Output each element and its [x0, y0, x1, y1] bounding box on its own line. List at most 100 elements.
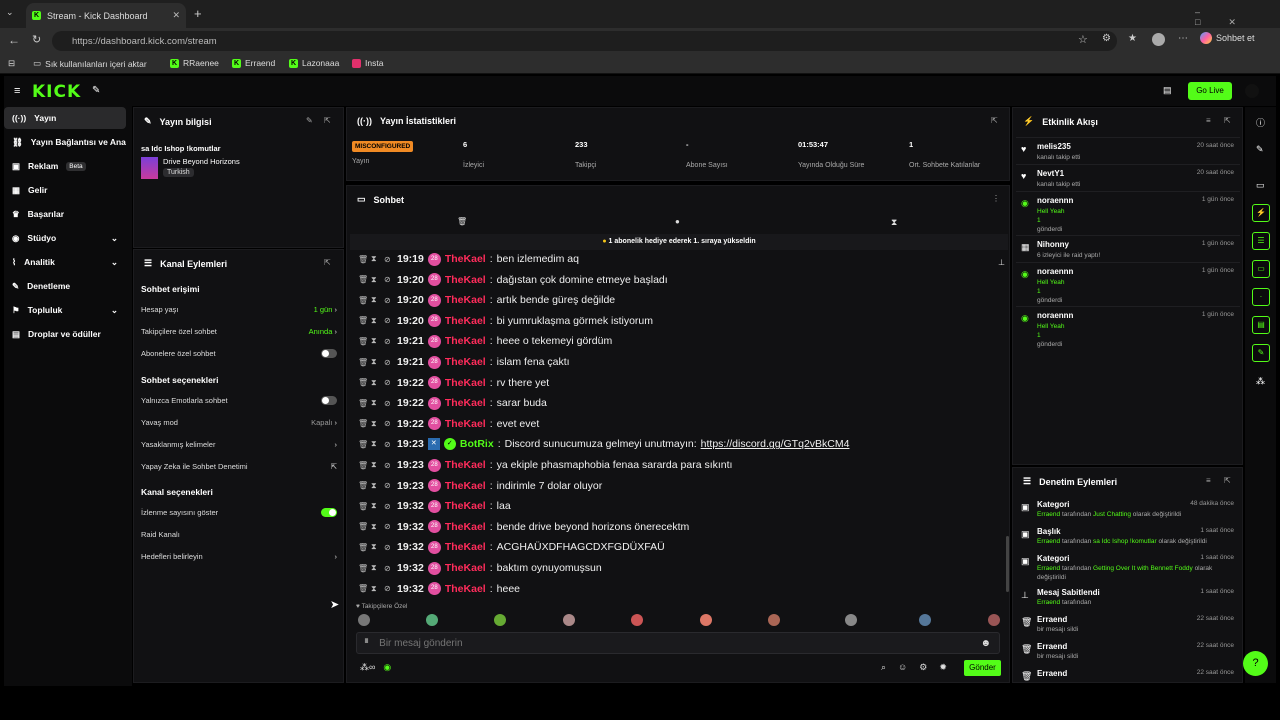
chat-message[interactable]: 🗑 ⧗ ⊘ 19:22 28 TheKael: sarar buda — [358, 394, 547, 412]
avatar[interactable] — [919, 614, 931, 626]
ban-icon[interactable]: ⊘ — [384, 358, 393, 367]
popout-icon[interactable]: ⇱ — [991, 116, 998, 125]
chat-username[interactable]: BotRix — [460, 438, 494, 450]
sidebar-item-achievements[interactable]: ♛ Başarılar — [4, 203, 126, 225]
chat-message[interactable]: 🗑 ⧗ ⊘ 19:19 28 TheKael: ben izlemedim aq — [358, 250, 579, 268]
send-button[interactable]: Gönder — [964, 660, 1001, 676]
chat-message[interactable]: 🗑 ⧗ ⊘ 19:32 28 TheKael: bende drive beyond hor… — [358, 518, 689, 536]
avatar[interactable] — [845, 614, 857, 626]
chat-message[interactable]: 🗑 ⧗ ⊘ 19:21 28 TheKael: islam fena çaktı — [358, 353, 570, 371]
ban-icon[interactable]: ⊘ — [384, 399, 393, 408]
event-user[interactable]: melis235 — [1037, 142, 1071, 151]
ban-icon[interactable]: ⊘ — [384, 378, 393, 387]
event-user[interactable]: NevtY1 — [1037, 169, 1064, 178]
layout-icon[interactable]: ▭ — [1256, 180, 1265, 191]
followers-only-row[interactable]: Takipçilere özel sohbet Anında › — [141, 327, 337, 336]
ban-icon[interactable]: ⊘ — [384, 461, 393, 470]
browser-tab[interactable]: K Stream - Kick Dashboard ✕ — [26, 3, 186, 28]
share-icon[interactable]: ⁂ — [1256, 376, 1265, 387]
timeout-icon[interactable]: ⧗ — [371, 295, 380, 305]
event-user[interactable]: Nihonny — [1037, 240, 1069, 249]
avatar[interactable] — [563, 614, 575, 626]
favorites-icon[interactable]: ★ — [1128, 33, 1137, 44]
sidebar-item-drops[interactable]: ▤ Droplar ve ödüller — [4, 323, 126, 345]
avatar[interactable] — [358, 614, 370, 626]
timeout-icon[interactable]: ⧗ — [371, 439, 380, 449]
timeout-icon[interactable]: ⧗ — [371, 584, 380, 594]
chat-username[interactable]: TheKael — [445, 397, 486, 409]
chat-message[interactable]: 🗑 ⧗ ⊘ 19:20 28 TheKael: artık bende güreş deği… — [358, 291, 615, 309]
edit-icon[interactable]: ✎ — [306, 116, 313, 125]
delete-message-icon[interactable]: 🗑 — [358, 419, 368, 428]
settings-icon[interactable]: ⚙ — [919, 662, 927, 673]
slow-mode-row[interactable]: Yavaş mod Kapalı › — [141, 418, 337, 427]
chat-message[interactable]: 🗑 ⧗ ⊘ 19:22 28 TheKael: rv there yet — [358, 374, 549, 392]
scrollbar[interactable] — [1006, 536, 1009, 592]
timeout-icon[interactable]: ⧗ — [371, 275, 380, 285]
avatar[interactable] — [768, 614, 780, 626]
delete-message-icon[interactable]: 🗑 — [358, 502, 368, 511]
delete-message-icon[interactable]: 🗑 — [358, 399, 368, 408]
avatar[interactable] — [988, 614, 1000, 626]
chat-message[interactable]: 🗑 ⧗ ⊘ 19:23 ✕ ✓ BotRix: Discord sunucumuza gelm… — [358, 435, 849, 453]
chat-input[interactable]: ▘ ☻ — [356, 632, 1000, 654]
ban-icon[interactable]: ⊘ — [384, 275, 393, 284]
sidebar-item-moderation[interactable]: ✎ Denetleme — [4, 275, 126, 297]
avatar[interactable] — [631, 614, 643, 626]
timeout-icon[interactable]: ⧗ — [371, 378, 380, 388]
bookmark-lazonaaa[interactable]: K Lazonaaa — [289, 58, 339, 68]
ban-icon[interactable]: ⊘ — [384, 316, 393, 325]
emote-icon[interactable]: ☺ — [898, 662, 907, 673]
delete-message-icon[interactable]: 🗑 — [358, 522, 368, 531]
rail-lightning-button[interactable]: ⚡ — [1252, 204, 1270, 222]
star-icon[interactable]: ☆ — [1078, 33, 1088, 46]
account-age-row[interactable]: Hesap yaşı 1 gün › — [141, 305, 337, 314]
timeout-icon[interactable]: ⧗ — [371, 460, 380, 470]
delete-message-icon[interactable]: 🗑 — [358, 358, 368, 367]
pencil-icon[interactable]: ✎ — [1256, 144, 1264, 155]
delete-message-icon[interactable]: 🗑 — [358, 255, 368, 264]
category-name[interactable]: Drive Beyond Horizons — [163, 157, 240, 166]
timeout-icon[interactable]: ⧗ — [371, 501, 380, 511]
chat-username[interactable]: TheKael — [445, 418, 486, 430]
popout-icon[interactable]: ⇱ — [324, 116, 331, 125]
sidebar-item-revenue[interactable]: ▦ Gelir — [4, 179, 126, 201]
chat-username[interactable]: TheKael — [445, 335, 486, 347]
chat-username[interactable]: TheKael — [445, 356, 486, 368]
sidebar-item-stream-key[interactable]: ⛓ Yayın Bağlantısı ve Anahtarı — [4, 131, 126, 153]
ban-icon[interactable]: ⊘ — [384, 440, 393, 449]
extensions-icon[interactable]: ⚙ — [1102, 33, 1111, 44]
delete-message-icon[interactable]: 🗑 — [358, 481, 368, 490]
new-tab-button[interactable]: + — [194, 6, 202, 21]
bookmark-insta[interactable]: Insta — [352, 58, 383, 68]
delete-message-icon[interactable]: 🗑 — [358, 564, 368, 573]
ban-icon[interactable]: ⊘ — [384, 481, 393, 490]
timeout-icon[interactable]: ⧗ — [371, 398, 380, 408]
info-icon[interactable]: ⓘ — [1256, 116, 1265, 129]
kick-logo[interactable]: KICK — [32, 82, 81, 102]
popout-icon[interactable]: ⇱ — [1224, 116, 1231, 125]
raid-row[interactable]: Raid Kanalı — [141, 530, 337, 539]
delete-message-icon[interactable]: 🗑 — [358, 275, 368, 284]
show-viewers-toggle[interactable] — [321, 508, 337, 517]
timeout-icon[interactable]: ⧗ — [371, 316, 380, 326]
menu-icon[interactable]: ⋯ — [1178, 33, 1188, 44]
chat-bubble-icon[interactable]: ● — [675, 217, 680, 226]
chat-message[interactable]: 🗑 ⧗ ⊘ 19:21 28 TheKael: heee o tekemeyi gördüm — [358, 332, 612, 350]
chat-username[interactable]: TheKael — [445, 583, 486, 595]
url-input[interactable]: https://dashboard.kick.com/stream — [52, 31, 1117, 51]
event-user[interactable]: noraennn — [1037, 196, 1073, 205]
delete-message-icon[interactable]: 🗑 — [358, 440, 368, 449]
hamburger-icon[interactable]: ≡ — [14, 85, 20, 97]
chat-username[interactable]: TheKael — [445, 315, 486, 327]
rail-wrench-button[interactable]: ✎ — [1252, 344, 1270, 362]
delete-message-icon[interactable]: 🗑 — [358, 296, 368, 305]
reload-icon[interactable]: ↻ — [32, 33, 41, 46]
chat-message[interactable]: 🗑 ⧗ ⊘ 19:20 28 TheKael: dağıstan çok domine et… — [358, 271, 668, 289]
bookmark-erraend[interactable]: K Erraend — [232, 58, 275, 68]
ban-icon[interactable]: ⊘ — [384, 584, 393, 593]
rail-broadcast-button[interactable]: · — [1252, 288, 1270, 306]
kicks-infinity-icon[interactable]: ⁂∞ — [360, 662, 375, 673]
sidebar-item-stream[interactable]: ((·)) Yayın — [4, 107, 126, 129]
sidebar-item-analytics[interactable]: ⌇ Analitik ⌄ — [4, 251, 126, 273]
